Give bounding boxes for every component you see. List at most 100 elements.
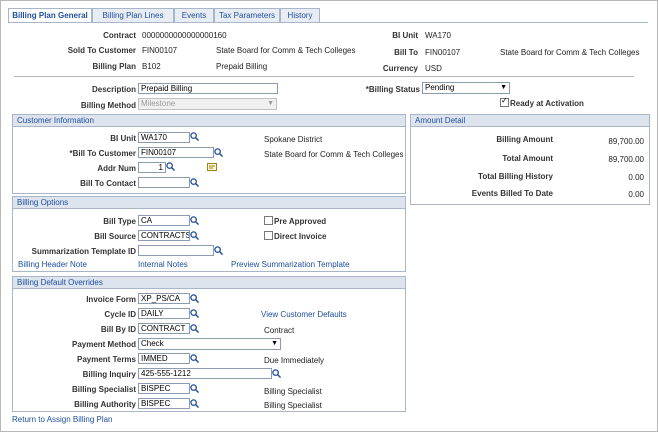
pre-approved-checkbox[interactable]: [264, 216, 273, 225]
bill-to-header-label: Bill To: [394, 48, 418, 57]
tab-events[interactable]: Events: [174, 8, 214, 22]
bill-source-label: Bill Source: [94, 232, 136, 241]
payment-terms-description: Due Immediately: [264, 356, 325, 365]
billing-authority-description: Billing Specialist: [264, 401, 322, 410]
tab-history[interactable]: History: [280, 8, 320, 22]
addr-num-label: Addr Num: [97, 164, 136, 173]
lookup-icon[interactable]: [166, 162, 175, 171]
invoice-form-input[interactable]: XP_PS/CA: [138, 293, 190, 304]
bill-by-id-label: Bill By ID: [100, 325, 136, 334]
lookup-icon[interactable]: [190, 216, 199, 225]
chevron-down-icon: ▼: [267, 100, 274, 107]
payment-method-label: Payment Method: [71, 340, 136, 349]
billing-authority-label: Billing Authority: [74, 400, 136, 409]
address-detail-icon[interactable]: [207, 163, 217, 171]
payment-terms-input[interactable]: IMMED: [138, 353, 190, 364]
billing-amount-value: 89,700.00: [608, 137, 644, 146]
sold-to-id: FIN00107: [142, 46, 178, 55]
billing-plan-name: Prepaid Billing: [216, 62, 268, 71]
total-billing-history-value: 0.00: [628, 173, 644, 182]
billing-inquiry-input[interactable]: 425-555-1212: [138, 368, 272, 379]
contract-label: Contract: [103, 31, 136, 40]
bi-unit-label: BI Unit: [110, 134, 136, 143]
bi-unit-input[interactable]: WA170: [138, 132, 190, 143]
lookup-icon[interactable]: [190, 399, 199, 408]
amount-detail-title: Amount Detail: [411, 115, 649, 127]
sold-to-name: State Board for Comm & Tech Colleges: [216, 46, 356, 55]
tab-tax-parameters[interactable]: Tax Parameters: [214, 8, 280, 22]
lookup-icon[interactable]: [214, 246, 223, 255]
direct-invoice-label: Direct Invoice: [274, 232, 327, 241]
lookup-icon[interactable]: [190, 384, 199, 393]
bi-unit-header-value: WA170: [425, 31, 451, 40]
bill-to-customer-input[interactable]: FIN00107: [138, 147, 214, 158]
lookup-icon[interactable]: [190, 309, 199, 318]
lookup-icon[interactable]: [190, 132, 199, 141]
internal-notes-link[interactable]: Internal Notes: [138, 260, 188, 269]
header-separator: [14, 76, 634, 77]
bill-to-contact-input[interactable]: [138, 177, 190, 188]
lookup-icon[interactable]: [214, 148, 223, 157]
lookup-icon[interactable]: [190, 324, 199, 333]
addr-num-input[interactable]: 1: [138, 162, 166, 173]
tab-billing-plan-lines[interactable]: Billing Plan Lines: [92, 8, 174, 22]
lookup-icon[interactable]: [190, 354, 199, 363]
billing-inquiry-label: Billing Inquiry: [82, 370, 136, 379]
billing-specialist-input[interactable]: BISPEC: [138, 383, 190, 394]
events-billed-label: Events Billed To Date: [471, 189, 553, 198]
ready-at-activation-label: Ready at Activation: [510, 99, 584, 108]
contract-value: 0000000000000000160: [142, 31, 227, 40]
total-amount-label: Total Amount: [502, 154, 553, 163]
lookup-icon[interactable]: [190, 178, 199, 187]
billing-method-label: Billing Method: [80, 101, 136, 110]
customer-information-title: Customer Information: [13, 115, 405, 127]
ready-at-activation-checkbox[interactable]: [500, 96, 509, 107]
description-label: Description: [91, 85, 136, 94]
billing-specialist-label: Billing Specialist: [71, 385, 136, 394]
bill-to-header-name: State Board for Comm & Tech Colleges: [500, 48, 640, 57]
events-billed-value: 0.00: [628, 190, 644, 199]
tab-billing-plan-general[interactable]: Billing Plan General: [8, 8, 92, 23]
bill-to-contact-label: Bill To Contact: [80, 179, 136, 188]
bill-source-input[interactable]: CONTRACTS: [138, 230, 190, 241]
billing-plan-id: B102: [142, 62, 161, 71]
lookup-icon[interactable]: [190, 231, 199, 240]
currency-label: Currency: [382, 64, 418, 73]
billing-amount-label: Billing Amount: [496, 135, 553, 144]
return-to-assign-billing-plan-link[interactable]: Return to Assign Billing Plan: [12, 415, 113, 424]
billing-status-label: *Billing Status: [365, 85, 420, 94]
chevron-down-icon: ▼: [271, 340, 278, 347]
payment-terms-label: Payment Terms: [77, 355, 136, 364]
bill-to-customer-label: *Bill To Customer: [69, 149, 136, 158]
description-input[interactable]: Prepaid Billing: [138, 83, 278, 94]
billing-plan-label: Billing Plan: [92, 62, 136, 71]
currency-value: USD: [425, 64, 442, 73]
lookup-icon[interactable]: [272, 369, 281, 378]
billing-default-overrides-title: Billing Default Overrides: [13, 277, 405, 289]
payment-method-select[interactable]: Check ▼: [138, 338, 281, 350]
summarization-template-input[interactable]: [138, 245, 214, 256]
billing-method-select: Milestone ▼: [138, 98, 277, 110]
total-amount-value: 89,700.00: [608, 155, 644, 164]
billing-status-select[interactable]: Pending ▼: [422, 82, 510, 94]
bill-type-input[interactable]: CA: [138, 215, 190, 226]
direct-invoice-checkbox[interactable]: [264, 231, 273, 240]
view-customer-defaults-link[interactable]: View Customer Defaults: [261, 310, 347, 319]
billing-authority-input[interactable]: BISPEC: [138, 398, 190, 409]
chevron-down-icon: ▼: [500, 84, 507, 91]
billing-method-value: Milestone: [141, 99, 176, 108]
cycle-id-input[interactable]: DAILY: [138, 308, 190, 319]
bill-by-id-input[interactable]: CONTRACT: [138, 323, 190, 334]
summarization-template-label: Summarization Template ID: [31, 247, 136, 256]
billing-status-value: Pending: [425, 83, 455, 92]
preview-summarization-template-link[interactable]: Preview Summarization Template: [231, 260, 350, 269]
sold-to-label: Sold To Customer: [67, 46, 136, 55]
total-billing-history-label: Total Billing History: [478, 172, 553, 181]
pre-approved-label: Pre Approved: [274, 217, 327, 226]
bi-unit-header-label: BI Unit: [392, 31, 418, 40]
billing-header-note-link[interactable]: Billing Header Note: [18, 260, 87, 269]
bill-to-customer-description: State Board for Comm & Tech Colleges: [264, 150, 404, 159]
invoice-form-label: Invoice Form: [86, 295, 136, 304]
billing-options-title: Billing Options: [13, 197, 405, 209]
lookup-icon[interactable]: [190, 294, 199, 303]
